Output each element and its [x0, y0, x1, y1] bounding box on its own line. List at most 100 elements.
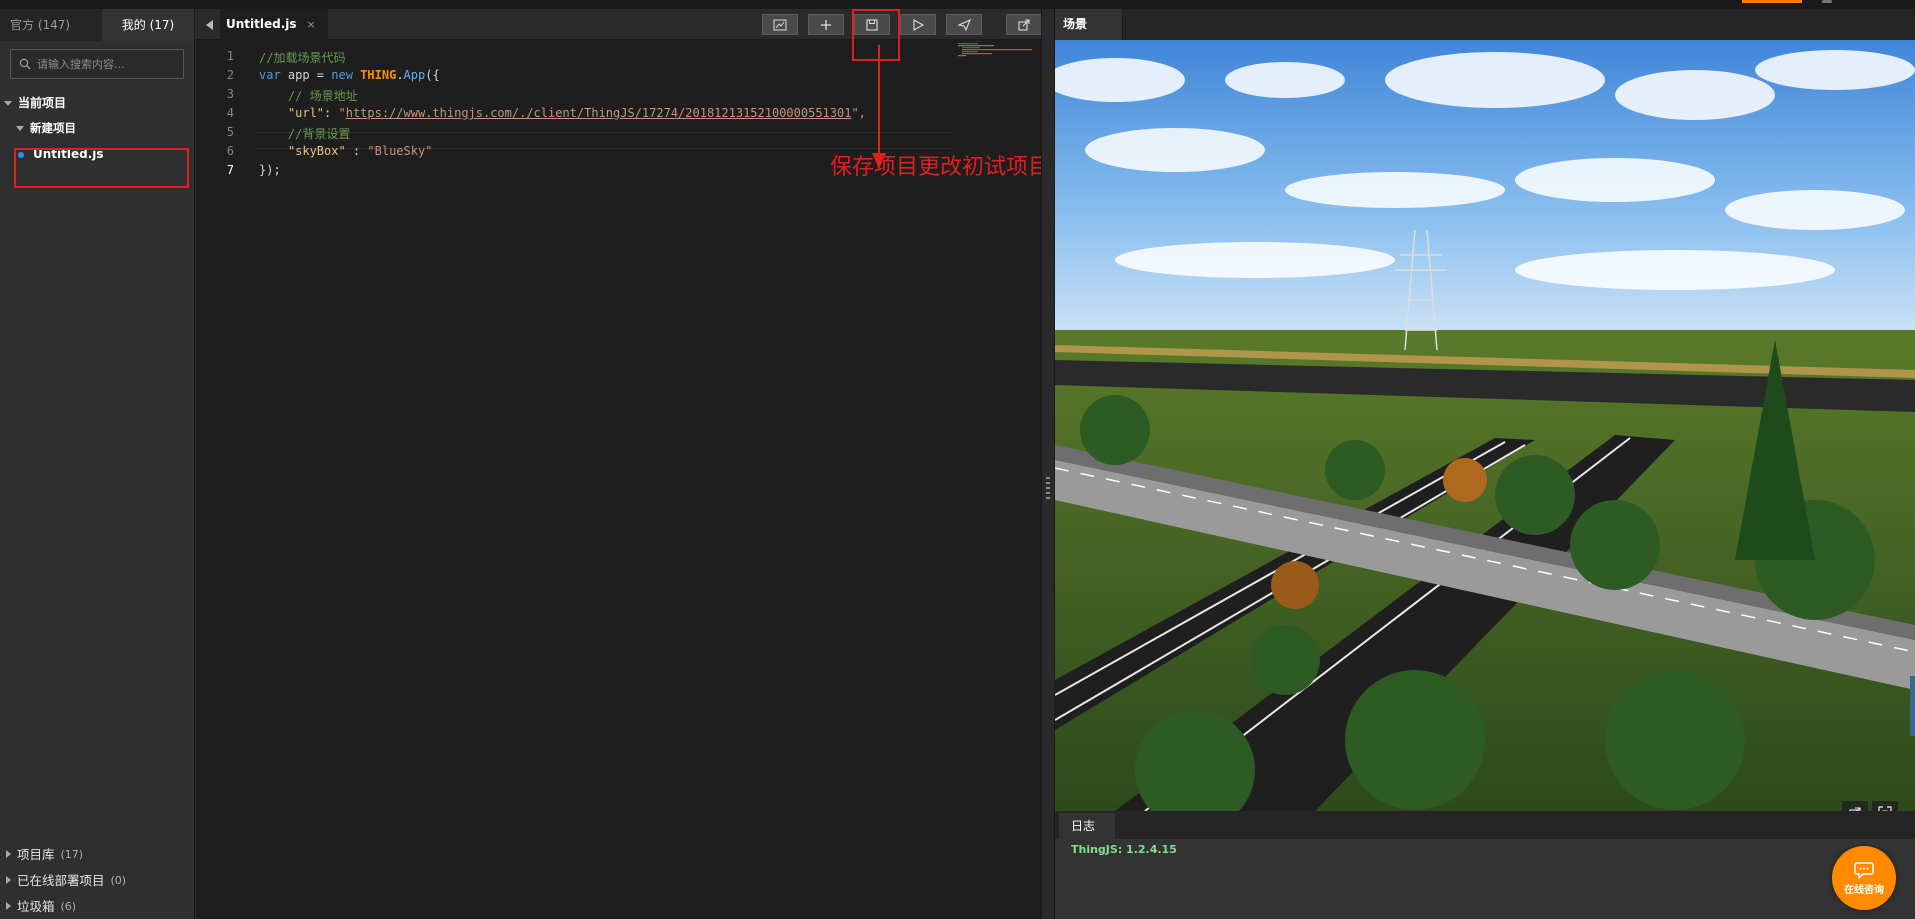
section-label: 项目库: [17, 846, 55, 862]
section-count: (17): [60, 847, 84, 861]
search-box[interactable]: [10, 49, 184, 79]
caret-down-icon: [4, 101, 12, 106]
code-token: :: [345, 144, 368, 158]
external-link-icon: [1018, 18, 1030, 31]
code-token: "BlueSky": [367, 144, 433, 158]
tree-label: 当前项目: [18, 96, 67, 110]
code-line: //加载场景代码: [259, 51, 346, 65]
send-icon: [957, 18, 971, 31]
tab-scene[interactable]: 场景: [1055, 9, 1123, 40]
file-modified-dot-icon: [18, 151, 24, 158]
run-button[interactable]: [900, 14, 936, 35]
log-console: ThingJS: 1.2.4.15: [1055, 839, 1915, 919]
section-label: 已在线部署项目: [17, 872, 105, 888]
code-line: var app = new THING.App({: [259, 68, 440, 82]
code-token: app =: [280, 68, 332, 82]
3d-scene-image: [1055, 40, 1915, 811]
code-editor: Untitled.js × 1 2 3 4 5 6 7 //加载场景代码 var…: [196, 9, 1204, 919]
sidebar-item-deployed-projects[interactable]: 已在线部署项目 (0): [0, 867, 195, 893]
app-window: 官方 (147) 我的 (17) 当前项目 新建项目 Untitled.js: [0, 0, 1915, 919]
chart-icon: [773, 19, 787, 30]
tree-item-untitled-file[interactable]: Untitled.js: [0, 142, 194, 167]
collapse-sidebar-icon[interactable]: [206, 20, 213, 30]
project-tree: 当前项目 新建项目 Untitled.js: [0, 91, 194, 167]
code-minimap[interactable]: [956, 42, 1036, 62]
add-button[interactable]: [808, 14, 844, 35]
top-accent-button[interactable]: [1742, 0, 1802, 3]
line-number: 1: [226, 49, 234, 63]
caret-down-icon: [16, 126, 24, 131]
line-number: 5: [226, 125, 234, 139]
sidebar-bottom-sections: 项目库 (17) 已在线部署项目 (0) 垃圾箱 (6): [0, 841, 195, 919]
popout-viewport-button[interactable]: [1842, 801, 1868, 811]
editor-tab-title: Untitled.js: [226, 17, 297, 31]
code-line: //背景设置: [259, 127, 351, 141]
log-header: 日志: [1055, 811, 1915, 839]
drag-handle-icon[interactable]: [1046, 477, 1050, 499]
log-line: ThingJS: 1.2.4.15: [1071, 843, 1177, 856]
caret-right-icon: [6, 850, 11, 858]
panel-splitter[interactable]: [1041, 9, 1055, 919]
top-bar: [0, 0, 1915, 9]
publish-button[interactable]: [946, 14, 982, 35]
code-url-link[interactable]: https://www.thingjs.com/./client/ThingJS…: [346, 106, 852, 120]
scene-header: 场景: [1055, 9, 1915, 40]
tree-label: Untitled.js: [33, 147, 104, 161]
code-token: "skyBox": [287, 144, 346, 158]
section-label: 垃圾箱: [17, 898, 55, 914]
line-number: 7: [226, 163, 234, 177]
search-icon: [19, 58, 31, 70]
sidebar-tabs: 官方 (147) 我的 (17): [0, 9, 194, 41]
sidebar-item-trash[interactable]: 垃圾箱 (6): [0, 893, 195, 919]
line-number: 6: [226, 144, 234, 158]
code-line: "skyBox" : "BlueSky": [259, 144, 433, 158]
project-sidebar: 官方 (147) 我的 (17) 当前项目 新建项目 Untitled.js: [0, 9, 195, 919]
chart-button[interactable]: [762, 14, 798, 35]
sidebar-item-project-library[interactable]: 项目库 (17): [0, 841, 195, 867]
code-token: App: [403, 68, 426, 82]
tab-mine[interactable]: 我的 (17): [102, 9, 194, 41]
code-token: ": [338, 106, 346, 120]
open-external-button[interactable]: [1006, 14, 1042, 35]
tree-item-current-project[interactable]: 当前项目: [0, 91, 194, 116]
plus-icon: [821, 19, 831, 30]
side-handle[interactable]: [1910, 676, 1915, 736]
code-line: // 场景地址: [259, 89, 358, 103]
top-icon[interactable]: [1822, 0, 1832, 3]
tree-label: 新建项目: [30, 121, 76, 135]
search-input[interactable]: [37, 57, 177, 71]
line-number: 2: [226, 68, 234, 82]
code-token: :: [324, 106, 339, 120]
online-consult-button[interactable]: 在线咨询: [1832, 846, 1896, 910]
fullscreen-button[interactable]: [1872, 801, 1898, 811]
close-tab-icon[interactable]: ×: [307, 9, 316, 40]
section-count: (6): [60, 899, 77, 913]
code-token: "url": [287, 106, 325, 120]
tab-log[interactable]: 日志: [1059, 813, 1115, 839]
code-line: "url": "https://www.thingjs.com/./client…: [259, 106, 866, 120]
code-token: .: [396, 68, 404, 82]
caret-right-icon: [6, 902, 11, 910]
code-line: });: [259, 163, 281, 177]
chat-label: 在线咨询: [1844, 884, 1884, 896]
scene-viewport[interactable]: [1055, 40, 1915, 811]
code-token: ({: [425, 68, 440, 82]
tree-item-new-project[interactable]: 新建项目: [0, 116, 194, 141]
editor-header: Untitled.js ×: [196, 9, 1042, 40]
caret-right-icon: [6, 876, 11, 884]
save-icon: [866, 18, 878, 31]
code-token: ",: [851, 106, 866, 120]
line-number: 4: [226, 106, 234, 120]
code-token: new: [331, 68, 353, 82]
line-number: 3: [226, 87, 234, 101]
code-token: var: [259, 68, 281, 82]
chat-icon: [1854, 861, 1874, 879]
play-icon: [913, 18, 924, 31]
save-button[interactable]: [854, 14, 890, 35]
editor-tab[interactable]: Untitled.js ×: [220, 9, 328, 40]
section-count: (0): [110, 873, 127, 887]
code-token: THING: [360, 68, 397, 82]
tab-official[interactable]: 官方 (147): [0, 9, 102, 41]
